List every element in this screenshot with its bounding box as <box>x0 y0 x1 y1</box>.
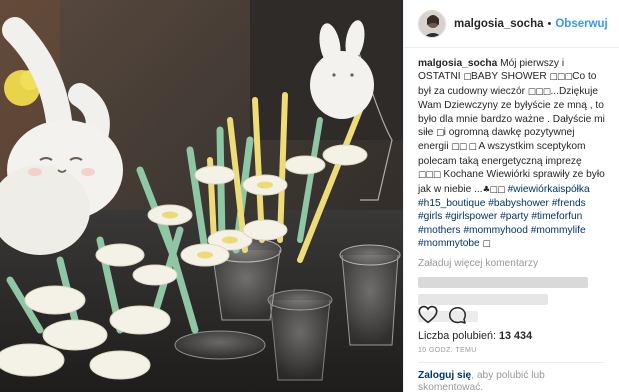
hashtag-link[interactable]: #mommylife <box>531 225 586 236</box>
hashtag-link[interactable]: #mommytobe <box>418 238 480 249</box>
login-prompt: Zaloguj się, aby polubić lub skomentować… <box>418 370 608 392</box>
emoji-glyph: □ <box>436 128 444 139</box>
emoji-glyph: □□□ <box>549 72 573 83</box>
avatar-image <box>419 10 445 37</box>
likes-label: Liczba polubień: <box>418 330 497 342</box>
caption-username[interactable]: malgosia_socha <box>418 58 497 69</box>
hashtag-link[interactable]: #mommyhood <box>463 225 528 236</box>
header-username[interactable]: malgosia_socha <box>454 18 543 30</box>
comment-bubble-icon[interactable] <box>448 306 467 330</box>
post-caption: malgosia_socha Mój pierwszy i OSTATNI □B… <box>418 57 605 252</box>
header-separator: • <box>547 17 552 30</box>
hashtag-link[interactable]: #babyshower <box>488 198 549 209</box>
caption-text-segment: BABY SHOWER <box>471 71 550 83</box>
hashtag-link[interactable]: #mothers <box>418 225 460 236</box>
hashtag-link[interactable]: #h15_boutique <box>418 198 485 209</box>
hashtag-link[interactable]: #wiewiórkaispółka <box>508 184 590 195</box>
emoji-glyph: ♣□□ <box>482 184 506 195</box>
post-photo[interactable] <box>0 0 403 392</box>
instagram-post: malgosia_socha • Obserwuj malgosia_socha… <box>0 0 619 392</box>
likes-number: 13 434 <box>499 330 533 342</box>
hashtag-link[interactable]: #girls <box>418 211 442 222</box>
post-actions <box>418 305 608 327</box>
blurred-comment-line <box>418 293 548 305</box>
avatar[interactable] <box>418 9 446 38</box>
emoji-glyph: □□ □ <box>451 142 477 153</box>
follow-button[interactable]: Obserwuj <box>555 18 607 30</box>
heart-outline-icon[interactable] <box>418 305 438 329</box>
hashtag-link[interactable]: #girlspower <box>445 211 497 222</box>
hashtag-link[interactable]: #frends <box>552 198 586 209</box>
emoji-glyph: □□□ <box>418 170 441 181</box>
comments-area: malgosia_socha Mój pierwszy i OSTATNI □B… <box>404 48 619 322</box>
likes-count[interactable]: Liczba polubień: 13 434 <box>418 330 532 342</box>
login-link[interactable]: Zaloguj się <box>418 370 471 381</box>
caption-text: Mój pierwszy i OSTATNI □BABY SHOWER □□□C… <box>418 58 605 249</box>
post-header: malgosia_socha • Obserwuj <box>404 0 619 48</box>
emoji-glyph: □ <box>482 239 491 250</box>
emoji-glyph: □ <box>463 72 471 83</box>
hashtag-link[interactable]: #timeforfun <box>531 211 582 222</box>
load-more-comments[interactable]: Załaduj więcej komentarzy <box>418 258 605 269</box>
divider <box>418 362 605 363</box>
blurred-comment-line <box>418 276 588 288</box>
hashtag-link[interactable]: #party <box>500 211 528 222</box>
post-timestamp: 10 GODZ. TEMU <box>418 347 477 354</box>
emoji-glyph: □□□ <box>527 86 551 97</box>
post-side-panel: malgosia_socha • Obserwuj malgosia_socha… <box>403 0 619 392</box>
photo-illustration <box>0 0 403 392</box>
